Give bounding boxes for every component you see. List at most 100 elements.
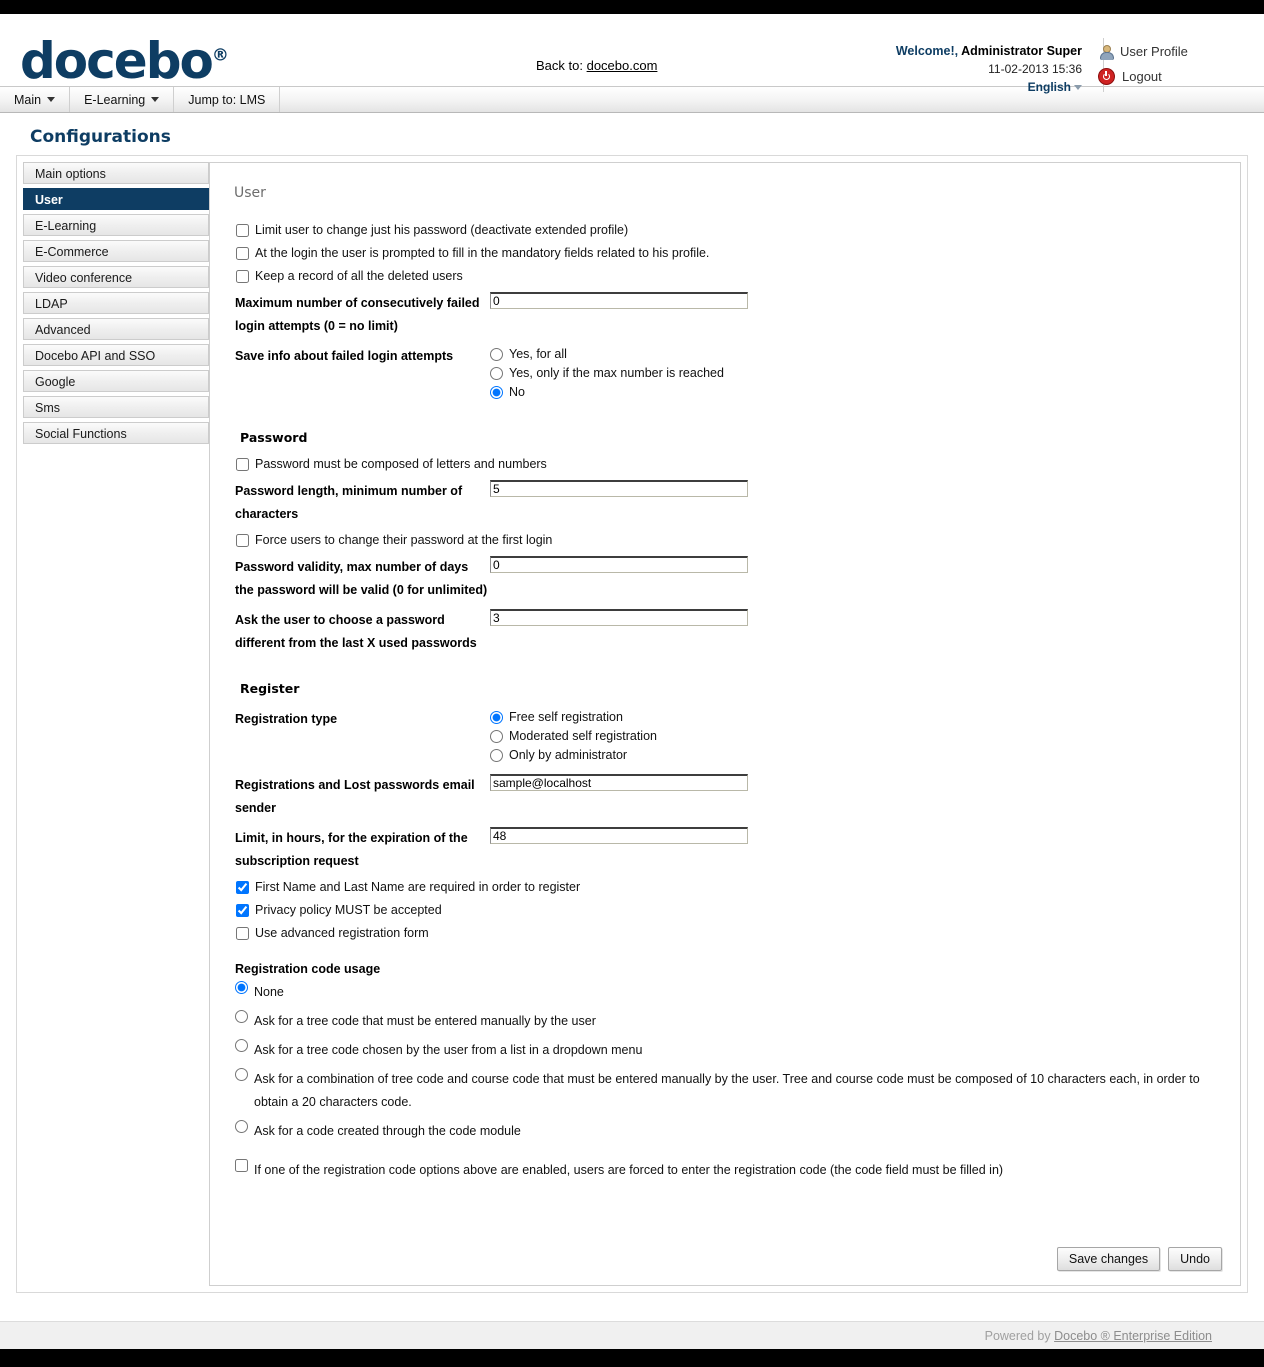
privacy-policy-label: Privacy policy MUST be accepted xyxy=(255,903,442,917)
rcu-combination-radio[interactable] xyxy=(235,1068,248,1081)
panel-title: User xyxy=(234,185,266,201)
expiration-limit-control xyxy=(490,827,1240,844)
radio-row-free-self-registration[interactable]: Free self registration xyxy=(490,710,1240,724)
sidebar-item-ldap[interactable]: LDAP xyxy=(23,292,209,314)
registration-type-radio-group: Free self registration Moderated self re… xyxy=(490,708,1240,767)
chevron-down-icon xyxy=(151,97,160,102)
back-to-link[interactable]: docebo.com xyxy=(587,58,658,73)
rcu-tree-code-manual-radio[interactable] xyxy=(235,1010,248,1023)
advanced-registration-form-checkbox[interactable] xyxy=(236,927,249,940)
save-failed-info-radio-group: Yes, for all Yes, only if the max number… xyxy=(490,345,1240,404)
checkbox-row-privacy-policy[interactable]: Privacy policy MUST be accepted xyxy=(228,903,1240,917)
field-row-email-sender: Registrations and Lost passwords email s… xyxy=(228,774,1240,820)
sidebar-item-docebo-api-and-sso[interactable]: Docebo API and SSO xyxy=(23,344,209,366)
chevron-down-icon xyxy=(47,97,56,102)
limit-user-password-checkbox[interactable] xyxy=(236,224,249,237)
form-action-buttons: Save changes Undo xyxy=(1056,1247,1222,1271)
radio-row-no[interactable]: No xyxy=(490,385,1240,399)
force-registration-code-checkbox[interactable] xyxy=(235,1159,248,1172)
radio-row-rcu-combination[interactable]: Ask for a combination of tree code and c… xyxy=(228,1068,1240,1114)
password-min-length-input[interactable] xyxy=(490,480,748,497)
checkbox-row-advanced-registration-form[interactable]: Use advanced registration form xyxy=(228,926,1240,940)
page-footer: Powered by Docebo ® Enterprise Edition xyxy=(0,1321,1264,1349)
save-failed-yes-all-radio[interactable] xyxy=(490,347,503,361)
checkbox-row-limit-user-password[interactable]: Limit user to change just his password (… xyxy=(228,223,1240,237)
keep-deleted-users-checkbox[interactable] xyxy=(236,270,249,283)
free-self-registration-radio[interactable] xyxy=(490,710,503,724)
field-row-max-failed-login: Maximum number of consecutively failed l… xyxy=(228,292,1240,338)
prompt-mandatory-fields-label: At the login the user is prompted to fil… xyxy=(255,246,710,260)
checkbox-row-keep-deleted-users[interactable]: Keep a record of all the deleted users xyxy=(228,269,1240,283)
rcu-none-radio[interactable] xyxy=(235,981,248,994)
radio-row-rcu-code-module[interactable]: Ask for a code created through the code … xyxy=(228,1120,1240,1143)
rcu-tree-code-dropdown-radio[interactable] xyxy=(235,1039,248,1052)
top-black-bar xyxy=(0,0,1264,14)
sidebar-item-advanced[interactable]: Advanced xyxy=(23,318,209,340)
sidebar-item-e-learning[interactable]: E-Learning xyxy=(23,214,209,236)
page-title: Configurations xyxy=(30,127,171,147)
privacy-policy-checkbox[interactable] xyxy=(236,904,249,917)
save-changes-button[interactable]: Save changes xyxy=(1056,1247,1161,1271)
bottom-black-bar xyxy=(0,1349,1264,1367)
sidebar: Main options User E-Learning E-Commerce … xyxy=(23,162,209,448)
logo-text: docebo xyxy=(20,32,214,90)
undo-button[interactable]: Undo xyxy=(1168,1247,1222,1271)
password-validity-control xyxy=(490,556,1240,573)
menu-item-elearning[interactable]: E-Learning xyxy=(70,87,175,112)
sidebar-item-e-commerce[interactable]: E-Commerce xyxy=(23,240,209,262)
radio-row-rcu-tree-code-dropdown[interactable]: Ask for a tree code chosen by the user f… xyxy=(228,1039,1240,1062)
email-sender-input[interactable] xyxy=(490,774,748,791)
only-by-administrator-label: Only by administrator xyxy=(509,748,628,762)
moderated-self-registration-radio[interactable] xyxy=(490,729,503,743)
radio-row-yes-max-reached[interactable]: Yes, only if the max number is reached xyxy=(490,366,1240,380)
only-by-administrator-radio[interactable] xyxy=(490,748,503,762)
user-profile-link[interactable]: User Profile xyxy=(1098,44,1226,60)
rcu-none-label: None xyxy=(254,985,284,999)
radio-row-only-by-administrator[interactable]: Only by administrator xyxy=(490,748,1240,762)
max-failed-login-input[interactable] xyxy=(490,292,748,309)
menu-item-main-label: Main xyxy=(14,92,42,107)
header-links: User Profile Logout xyxy=(1098,44,1226,94)
logout-link[interactable]: Logout xyxy=(1098,68,1226,85)
language-selector[interactable]: English xyxy=(896,78,1082,96)
powered-by-label: Powered by xyxy=(984,1328,1055,1343)
checkbox-row-first-last-name-required[interactable]: First Name and Last Name are required in… xyxy=(228,880,1240,894)
checkbox-row-letters-numbers[interactable]: Password must be composed of letters and… xyxy=(228,457,1240,471)
docebo-enterprise-link[interactable]: Docebo ® Enterprise Edition xyxy=(1054,1329,1212,1343)
radio-row-yes-for-all[interactable]: Yes, for all xyxy=(490,347,1240,361)
menu-item-jump-to-lms[interactable]: Jump to: LMS xyxy=(174,87,281,112)
rcu-combination-label: Ask for a combination of tree code and c… xyxy=(254,1072,1200,1109)
sidebar-item-social-functions[interactable]: Social Functions xyxy=(23,422,209,444)
checkbox-row-force-registration-code[interactable]: If one of the registration code options … xyxy=(228,1159,1240,1182)
registration-code-usage-heading: Registration code usage xyxy=(235,962,381,976)
radio-row-rcu-none[interactable]: None xyxy=(228,981,1240,1004)
save-failed-no-radio[interactable] xyxy=(490,385,503,399)
radio-row-rcu-tree-code-manual[interactable]: Ask for a tree code that must be entered… xyxy=(228,1010,1240,1033)
force-change-password-checkbox[interactable] xyxy=(236,534,249,547)
sidebar-item-user[interactable]: User xyxy=(23,188,209,210)
radio-row-moderated-self-registration[interactable]: Moderated self registration xyxy=(490,729,1240,743)
rcu-code-module-radio[interactable] xyxy=(235,1120,248,1133)
save-failed-yes-max-radio[interactable] xyxy=(490,366,503,380)
sidebar-item-video-conference[interactable]: Video conference xyxy=(23,266,209,288)
password-validity-input[interactable] xyxy=(490,556,748,573)
sidebar-item-google[interactable]: Google xyxy=(23,370,209,392)
docebo-logo: docebo® xyxy=(20,36,229,86)
prompt-mandatory-fields-checkbox[interactable] xyxy=(236,247,249,260)
chevron-down-icon xyxy=(1074,85,1082,91)
save-failed-no-label: No xyxy=(509,385,525,399)
expiration-limit-input[interactable] xyxy=(490,827,748,844)
free-self-registration-label: Free self registration xyxy=(509,710,623,724)
checkbox-row-prompt-mandatory-fields[interactable]: At the login the user is prompted to fil… xyxy=(228,246,1240,260)
checkbox-row-force-change-password[interactable]: Force users to change their password at … xyxy=(228,533,1240,547)
last-x-passwords-input[interactable] xyxy=(490,609,748,626)
password-letters-numbers-checkbox[interactable] xyxy=(236,458,249,471)
content-panel: User Limit user to change just his passw… xyxy=(209,162,1241,1286)
first-last-name-required-checkbox[interactable] xyxy=(236,881,249,894)
sidebar-item-sms[interactable]: Sms xyxy=(23,396,209,418)
welcome-username: Administrator Super xyxy=(961,44,1082,58)
force-change-password-label: Force users to change their password at … xyxy=(255,533,553,547)
password-section-heading: Password xyxy=(240,430,308,445)
sidebar-item-main-options[interactable]: Main options xyxy=(23,162,209,184)
menu-item-main[interactable]: Main xyxy=(0,87,71,112)
